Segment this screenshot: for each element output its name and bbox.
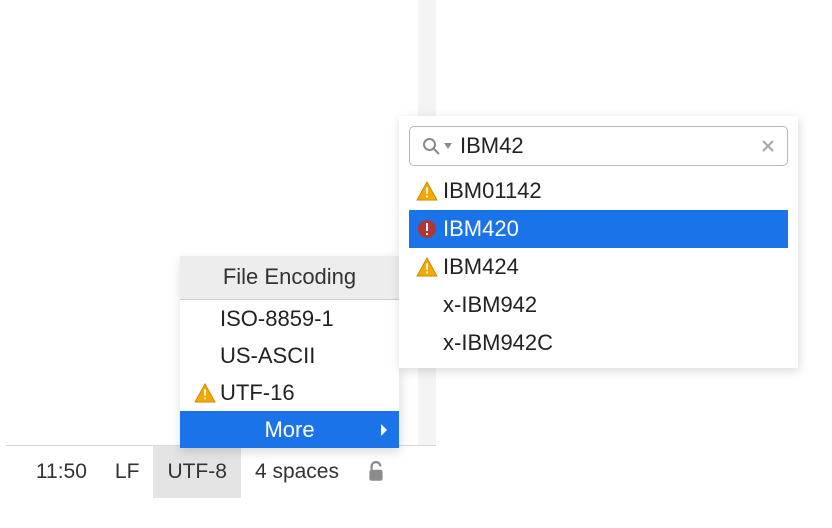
error-icon (411, 219, 443, 239)
encoding-search-panel: IBM01142 IBM420 IBM424 x-IBM942 x-IBM942… (399, 116, 798, 368)
warning-icon (190, 383, 220, 403)
status-encoding[interactable]: UTF-8 (153, 446, 241, 498)
status-line-separator[interactable]: LF (101, 446, 154, 498)
search-dropdown-caret-icon[interactable] (444, 143, 452, 149)
status-bar: 11:50 LF UTF-8 4 spaces (6, 446, 399, 498)
encoding-item-label: US-ASCII (220, 343, 315, 369)
search-icon (418, 137, 444, 155)
status-time[interactable]: 11:50 (22, 446, 101, 498)
lock-icon-svg (367, 461, 385, 483)
encoding-popup-title: File Encoding (180, 256, 399, 300)
search-results: IBM01142 IBM420 IBM424 x-IBM942 x-IBM942… (409, 172, 788, 362)
lock-icon[interactable] (353, 446, 399, 498)
status-indent[interactable]: 4 spaces (241, 446, 353, 498)
result-item-xibm942c[interactable]: x-IBM942C (409, 324, 788, 362)
encoding-item-utf16[interactable]: UTF-16 (180, 374, 399, 411)
result-item-ibm424[interactable]: IBM424 (409, 248, 788, 286)
encoding-popup: File Encoding ISO-8859-1 US-ASCII UTF-16… (180, 256, 399, 448)
encoding-item-more[interactable]: More (180, 411, 399, 448)
encoding-item-label: UTF-16 (220, 380, 295, 406)
clear-search-icon[interactable] (757, 135, 779, 157)
result-item-xibm942[interactable]: x-IBM942 (409, 286, 788, 324)
chevron-right-icon (379, 417, 389, 443)
result-item-label: x-IBM942C (443, 330, 553, 356)
encoding-item-usascii[interactable]: US-ASCII (180, 337, 399, 374)
encoding-item-iso88591[interactable]: ISO-8859-1 (180, 300, 399, 337)
result-item-label: IBM01142 (443, 178, 542, 204)
encoding-more-label: More (264, 417, 314, 443)
result-item-label: x-IBM942 (443, 292, 537, 318)
search-input[interactable] (460, 133, 757, 159)
result-item-ibm01142[interactable]: IBM01142 (409, 172, 788, 210)
search-input-wrap[interactable] (409, 126, 788, 166)
warning-icon (411, 257, 443, 277)
result-item-label: IBM420 (443, 216, 519, 242)
result-item-label: IBM424 (443, 254, 519, 280)
warning-icon (411, 181, 443, 201)
encoding-item-label: ISO-8859-1 (220, 306, 334, 332)
result-item-ibm420[interactable]: IBM420 (409, 210, 788, 248)
